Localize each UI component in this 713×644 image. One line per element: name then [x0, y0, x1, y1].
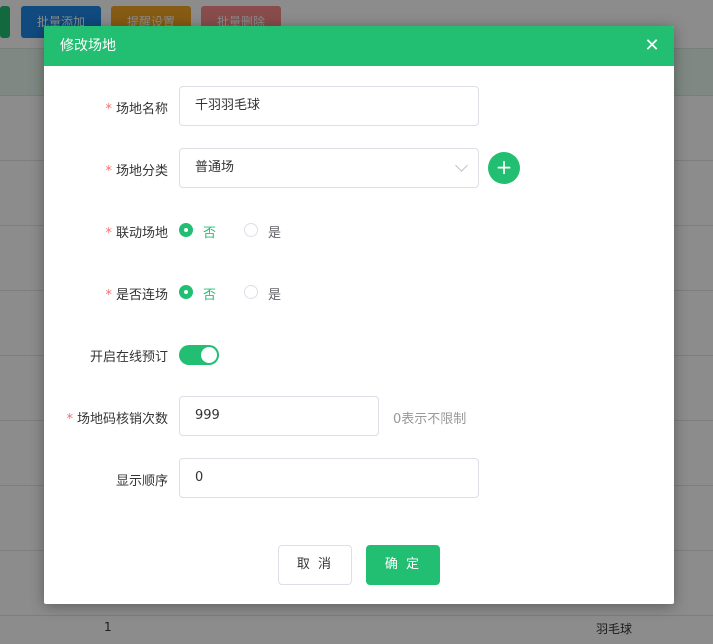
- cancel-button[interactable]: 取 消: [278, 545, 352, 585]
- radio-unchecked-icon: [244, 223, 258, 237]
- linked-venue-label: * 联动场地: [105, 226, 168, 241]
- verify-count-input[interactable]: 999: [179, 396, 379, 436]
- display-order-input[interactable]: 0: [179, 458, 479, 498]
- consecutive-radio-yes[interactable]: 是: [244, 285, 294, 303]
- edit-venue-dialog: 修改场地 ✕ * 场地名称 千羽羽毛球 * 场地分类 普通场 + * 联动场地 否 是: [44, 26, 674, 604]
- venue-name-input[interactable]: 千羽羽毛球: [179, 86, 479, 126]
- radio-checked-icon: [179, 285, 193, 299]
- confirm-button[interactable]: 确 定: [366, 545, 440, 585]
- consecutive-label: * 是否连场: [105, 288, 168, 303]
- radio-checked-icon: [179, 223, 193, 237]
- required-mark: *: [105, 288, 112, 303]
- venue-category-value: 普通场: [195, 160, 235, 175]
- required-mark: *: [105, 226, 112, 241]
- linked-venue-radio-yes[interactable]: 是: [244, 223, 294, 241]
- online-booking-label: 开启在线预订: [89, 350, 168, 365]
- required-mark: *: [105, 164, 112, 179]
- required-mark: *: [66, 412, 73, 427]
- venue-category-select[interactable]: 普通场: [179, 148, 479, 188]
- verify-count-hint: 0表示不限制: [393, 412, 467, 427]
- venue-category-label: * 场地分类: [105, 164, 168, 179]
- switch-knob: [201, 347, 217, 363]
- add-category-button[interactable]: +: [488, 152, 520, 184]
- dialog-header: 修改场地 ✕: [44, 26, 674, 66]
- verify-count-label: * 场地码核销次数: [66, 412, 168, 427]
- radio-unchecked-icon: [244, 285, 258, 299]
- venue-name-label: * 场地名称: [105, 102, 168, 117]
- consecutive-radio-no[interactable]: 否: [179, 285, 229, 303]
- linked-venue-radio-no[interactable]: 否: [179, 223, 229, 241]
- dialog-title: 修改场地: [60, 38, 116, 54]
- display-order-label: 显示顺序: [115, 474, 168, 489]
- close-icon[interactable]: ✕: [642, 36, 662, 56]
- required-mark: *: [105, 102, 112, 117]
- chevron-down-icon: [455, 159, 468, 172]
- online-booking-switch[interactable]: [179, 345, 219, 365]
